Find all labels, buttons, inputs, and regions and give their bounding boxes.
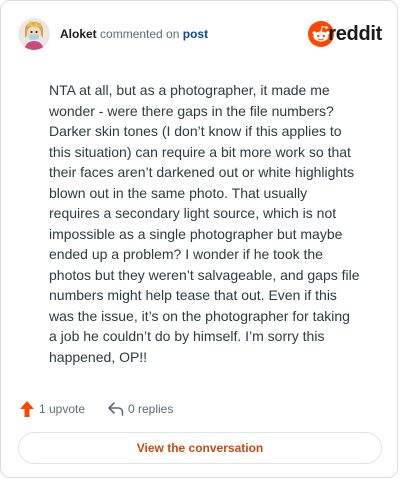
comment-card: Aloket commented on post reddit NTA at a…	[0, 0, 398, 478]
comment-byline: Aloket commented on post	[60, 27, 208, 41]
comment-body: NTA at all, but as a photographer, it ma…	[49, 82, 360, 365]
replies-count: 0 replies	[128, 402, 174, 416]
upvote-button[interactable]: 1 upvote	[19, 399, 89, 419]
upvote-arrow-icon	[20, 401, 34, 417]
author-name[interactable]: Aloket	[60, 27, 97, 41]
reply-arrow-icon	[108, 402, 124, 416]
view-conversation-button[interactable]: View the conversation	[18, 432, 382, 464]
reddit-wordmark: reddit	[328, 23, 382, 45]
replies-button[interactable]: 0 replies	[107, 399, 187, 419]
reddit-brand[interactable]: reddit	[308, 21, 382, 47]
byline-action-text: commented on	[100, 27, 180, 41]
post-link[interactable]: post	[183, 27, 208, 41]
upvote-count: 1 upvote	[39, 402, 86, 416]
user-avatar-icon[interactable]	[18, 18, 50, 50]
comment-header: Aloket commented on post reddit	[16, 18, 382, 50]
